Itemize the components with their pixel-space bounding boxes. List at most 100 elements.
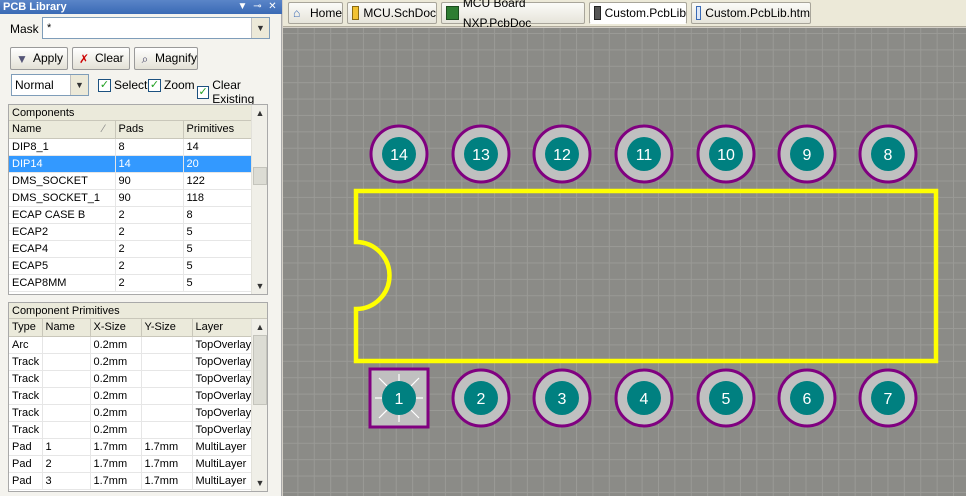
apply-button[interactable]: ▼ Apply: [10, 47, 68, 70]
pad-13[interactable]: 13: [451, 124, 511, 184]
pad-14[interactable]: 14: [369, 124, 429, 184]
table-row[interactable]: ECAP4 2 5: [9, 240, 252, 258]
mask-input[interactable]: [42, 17, 270, 39]
components-title: Components: [9, 105, 267, 121]
mode-value: Normal: [15, 78, 54, 92]
table-row[interactable]: ECAP2 2 5: [9, 223, 252, 241]
components-panel: Components Name ⁄ Pads Primitives DIP8_1 8…: [8, 104, 268, 295]
clear-filter-icon: ✗: [78, 51, 90, 66]
pad-11[interactable]: 11: [614, 124, 674, 184]
pad-10[interactable]: 10: [696, 124, 756, 184]
pad-label: 8: [884, 147, 893, 164]
table-row[interactable]: Track 0.2mm TopOverlay: [9, 370, 252, 388]
column-header-layer[interactable]: Layer: [192, 319, 252, 337]
table-row[interactable]: DIP8_1 8 14: [9, 138, 252, 156]
column-header-x-size[interactable]: X-Size: [90, 319, 142, 337]
pad-6[interactable]: 6: [777, 368, 837, 428]
select-label: Select: [114, 78, 148, 92]
pad-4[interactable]: 4: [614, 368, 674, 428]
pad-label: 9: [803, 147, 812, 164]
table-row[interactable]: Pad 2 1.7mm 1.7mm MultiLayer: [9, 455, 252, 473]
tab-pcblib-htm[interactable]: Custom.PcbLib.htm: [691, 2, 811, 24]
pad-12[interactable]: 12: [532, 124, 592, 184]
pad-label: 13: [472, 147, 490, 164]
table-row[interactable]: Pad 3 1.7mm 1.7mm MultiLayer: [9, 472, 252, 490]
clear-button[interactable]: ✗ Clear: [72, 47, 130, 70]
mask-label: Mask: [10, 22, 39, 36]
schematic-doc-icon: [352, 6, 360, 20]
pad-2[interactable]: 2: [451, 368, 511, 428]
pad-5[interactable]: 5: [696, 368, 756, 428]
magnifier-icon: ⌕: [141, 51, 149, 66]
pad-label: 10: [717, 147, 735, 164]
table-row[interactable]: ECAP5 2 5: [9, 257, 252, 275]
scroll-thumb[interactable]: [253, 167, 267, 185]
tab-pcbdoc[interactable]: MCU Board NXP.PcbDoc: [441, 0, 585, 30]
pin-icon[interactable]: ⊸: [251, 0, 264, 13]
primitives-title: Component Primitives: [9, 303, 267, 319]
pad-9[interactable]: 9: [777, 124, 837, 184]
pad-7[interactable]: 7: [858, 368, 918, 428]
select-checkbox[interactable]: ✓ Select: [98, 78, 147, 92]
mask-dropdown-icon[interactable]: ▼: [251, 18, 269, 38]
table-row[interactable]: Pad 1 1.7mm 1.7mm MultiLayer: [9, 438, 252, 456]
document-tab-bar: ⌂ Home MCU.SchDoc MCU Board NXP.PcbDoc Cu…: [283, 0, 966, 30]
tab-home[interactable]: ⌂ Home: [288, 2, 343, 24]
pad-label: 14: [390, 147, 408, 164]
table-row[interactable]: Track 0.2mm TopOverlay: [9, 353, 252, 371]
pad-3[interactable]: 3: [532, 368, 592, 428]
pad-label: 6: [803, 391, 812, 408]
pad-1[interactable]: 1: [368, 367, 430, 429]
scroll-down-icon[interactable]: ▼: [252, 475, 267, 491]
pad-label: 11: [636, 147, 653, 164]
primitives-scrollbar[interactable]: ▲ ▼: [251, 319, 267, 491]
table-row[interactable]: Track 0.2mm TopOverlay: [9, 387, 252, 405]
clear-label: Clear: [95, 51, 124, 65]
column-header-name[interactable]: Name: [42, 319, 91, 337]
pad-8[interactable]: 8: [858, 124, 918, 184]
pad-label: 7: [884, 391, 893, 408]
scroll-up-icon[interactable]: ▲: [252, 319, 267, 335]
table-row[interactable]: ECAP CASE B28: [9, 206, 252, 224]
components-table: Name ⁄ Pads Primitives DIP8_1 8 14 DIP14 14 2…: [9, 121, 252, 292]
magnify-button[interactable]: ⌕ Magnify: [134, 47, 198, 70]
pcb-library-panel: PCB Library ▼ ⊸ ✕ Mask ▼ ▼Apply ✗Clear ⌕…: [0, 0, 282, 496]
checkmark-icon: ✓: [197, 85, 210, 99]
column-header-y-size[interactable]: Y-Size: [141, 319, 193, 337]
pcb-library-icon: [594, 6, 601, 20]
table-row[interactable]: DMS_SOCKET 90 122: [9, 172, 252, 190]
table-row[interactable]: Track 0.2mm TopOverlay: [9, 404, 252, 422]
tab-pcblib-active[interactable]: Custom.PcbLib: [589, 2, 687, 24]
pad-label: 5: [722, 391, 731, 408]
scroll-down-icon[interactable]: ▼: [252, 278, 267, 294]
checkmark-icon: ✓: [148, 78, 161, 92]
pad-label: 1: [395, 391, 404, 408]
scroll-up-icon[interactable]: ▲: [252, 105, 267, 121]
table-row[interactable]: Track 0.2mm TopOverlay: [9, 421, 252, 439]
table-row[interactable]: Arc 0.2mm TopOverlay: [9, 336, 252, 354]
column-header-primitives[interactable]: Primitives: [183, 121, 252, 139]
components-scrollbar[interactable]: ▲ ▼: [251, 105, 267, 294]
zoom-label: Zoom: [164, 78, 195, 92]
pcb-editor-canvas[interactable]: 14 13 12 11 10 9 8 1 2 3 4 5 6 7: [283, 28, 966, 496]
table-row-selected[interactable]: DIP14 14 20: [9, 155, 252, 173]
checkmark-icon: ✓: [98, 78, 111, 92]
column-header-pads[interactable]: Pads: [115, 121, 184, 139]
panel-menu-icon[interactable]: ▼: [236, 0, 249, 13]
scroll-thumb[interactable]: [253, 335, 267, 405]
column-header-name[interactable]: Name ⁄: [9, 121, 116, 139]
close-icon[interactable]: ✕: [266, 0, 279, 13]
mode-dropdown-icon[interactable]: ▼: [70, 75, 88, 95]
zoom-checkbox[interactable]: ✓ Zoom: [148, 78, 195, 92]
apply-label: Apply: [33, 51, 64, 65]
table-row[interactable]: DMS_SOCKET_1 90 118: [9, 189, 252, 207]
tab-schdoc[interactable]: MCU.SchDoc: [347, 2, 437, 24]
home-icon: ⌂: [293, 6, 301, 20]
table-row[interactable]: ECAP8MM 2 5: [9, 274, 252, 292]
pad-label: 12: [553, 147, 571, 164]
pad-label: 3: [558, 391, 567, 408]
magnify-label: Magnify: [154, 51, 197, 65]
clear-existing-label: Clear Existing: [212, 78, 255, 106]
column-header-type[interactable]: Type: [9, 319, 43, 337]
clear-existing-checkbox[interactable]: ✓ Clear Existing: [197, 78, 281, 106]
